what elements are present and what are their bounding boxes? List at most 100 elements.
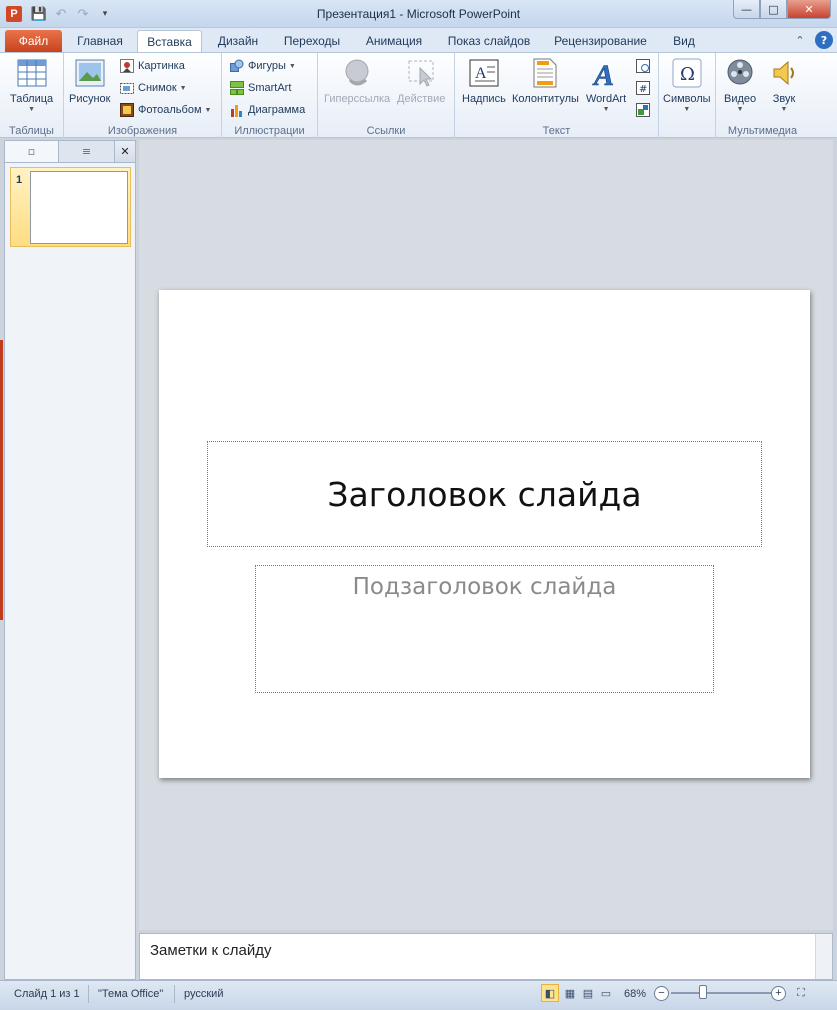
- chart-button[interactable]: Диаграмма: [229, 100, 305, 120]
- photoalbum-icon: [119, 102, 135, 118]
- shapes-label: Фигуры: [248, 60, 286, 72]
- theme-name[interactable]: "Тема Office": [98, 986, 163, 1002]
- slide-canvas[interactable]: Заголовок слайда Подзаголовок слайда: [159, 290, 810, 778]
- film-reel-icon: [724, 57, 756, 89]
- slide-count: Слайд 1 из 1: [14, 988, 80, 1000]
- slide-thumbnail-selected[interactable]: 1: [10, 167, 131, 247]
- tab-file[interactable]: Файл: [5, 30, 62, 52]
- group-label-tables: Таблицы: [9, 125, 54, 137]
- tab-animations[interactable]: Анимация: [356, 30, 432, 52]
- video-button[interactable]: Видео ▼: [724, 57, 756, 113]
- date-time-icon: [635, 58, 651, 74]
- tab-home[interactable]: Главная: [68, 30, 132, 52]
- title-bar: P 💾 ↶ ↷ ▾ Презентация1 - Microsoft Power…: [0, 0, 837, 28]
- table-label: Таблица: [10, 93, 54, 105]
- group-text: A Надпись Колонтитулы A WordArt ▼ # Текс…: [455, 53, 659, 139]
- tab-insert[interactable]: Вставка: [137, 30, 202, 52]
- notes-pane[interactable]: Заметки к слайду: [139, 933, 833, 980]
- action-label: Действие: [397, 93, 446, 105]
- status-separator: [88, 985, 89, 1003]
- speaker-icon: [768, 57, 800, 89]
- audio-button[interactable]: Звук ▼: [768, 57, 800, 113]
- minimize-ribbon-icon[interactable]: ⌃: [791, 31, 809, 49]
- slide-number-icon: #: [635, 80, 651, 96]
- group-label-text: Текст: [542, 125, 571, 137]
- tab-slides-icon[interactable]: ▫: [5, 141, 59, 162]
- chart-icon: [229, 102, 245, 118]
- slide-sorter-icon[interactable]: ▦: [561, 984, 579, 1002]
- clipart-label: Картинка: [138, 60, 185, 72]
- group-label-images: Изображения: [107, 125, 178, 137]
- help-icon[interactable]: ?: [815, 31, 833, 49]
- window-controls: — □ ✕: [733, 0, 831, 19]
- picture-button[interactable]: Рисунок: [69, 57, 111, 105]
- dropdown-arrow-icon: ▼: [179, 85, 187, 92]
- close-pane-icon[interactable]: ✕: [115, 141, 135, 162]
- hyperlink-button[interactable]: Гиперссылка: [324, 57, 390, 105]
- svg-text:A: A: [592, 59, 614, 88]
- zoom-out-icon[interactable]: −: [654, 986, 669, 1001]
- status-separator: [174, 985, 175, 1003]
- smartart-label: SmartArt: [248, 82, 292, 94]
- photoalbum-button[interactable]: Фотоальбом ▼: [119, 100, 211, 120]
- group-label-links: Ссылки: [366, 125, 406, 137]
- zoom-in-icon[interactable]: +: [771, 986, 786, 1001]
- zoom-slider[interactable]: [671, 992, 771, 994]
- symbols-button[interactable]: Ω Символы ▼: [663, 57, 711, 113]
- zoom-level[interactable]: 68%: [624, 986, 646, 1002]
- smartart-icon: [229, 80, 245, 96]
- table-icon: [16, 57, 48, 89]
- slide-thumbnail[interactable]: [30, 171, 128, 244]
- video-label: Видео: [724, 93, 757, 105]
- subtitle-placeholder[interactable]: Подзаголовок слайда: [255, 565, 714, 693]
- maximize-button[interactable]: □: [760, 0, 787, 19]
- screenshot-icon: [119, 80, 135, 96]
- slideshow-view-icon[interactable]: ▭: [597, 984, 615, 1002]
- close-button[interactable]: ✕: [787, 0, 831, 19]
- action-button[interactable]: Действие: [397, 57, 445, 105]
- chart-label: Диаграмма: [248, 104, 306, 116]
- zoom-slider-thumb[interactable]: [699, 985, 707, 999]
- date-time-button[interactable]: [635, 56, 651, 76]
- omega-icon: Ω: [671, 57, 703, 89]
- textbox-label: Надпись: [462, 93, 506, 105]
- tab-view[interactable]: Вид: [662, 30, 706, 52]
- slide-number-button[interactable]: #: [635, 78, 651, 98]
- minimize-button[interactable]: —: [733, 0, 760, 19]
- reading-view-icon[interactable]: ▤: [579, 984, 597, 1002]
- group-links: Гиперссылка Действие Ссылки: [318, 53, 455, 139]
- dropdown-arrow-icon: ▼: [736, 106, 744, 113]
- tab-review[interactable]: Рецензирование: [545, 30, 656, 52]
- language-indicator[interactable]: русский: [184, 986, 223, 1002]
- tab-design[interactable]: Дизайн: [208, 30, 268, 52]
- wordart-button[interactable]: A WordArt ▼: [586, 57, 626, 113]
- group-symbols: Ω Символы ▼: [659, 53, 716, 139]
- object-icon: [635, 102, 651, 118]
- fit-to-window-icon[interactable]: ⛶: [792, 984, 810, 1002]
- title-placeholder[interactable]: Заголовок слайда: [207, 441, 762, 547]
- clipart-button[interactable]: Картинка: [119, 56, 185, 76]
- notes-scrollbar[interactable]: [815, 934, 832, 979]
- tab-slideshow[interactable]: Показ слайдов: [440, 30, 538, 52]
- table-button[interactable]: Таблица ▼: [10, 57, 53, 113]
- group-media: Видео ▼ Звук ▼ Мультимедиа: [716, 53, 809, 139]
- screenshot-button[interactable]: Снимок ▼: [119, 78, 187, 98]
- dropdown-arrow-icon: ▼: [602, 106, 610, 113]
- tab-transitions[interactable]: Переходы: [275, 30, 349, 52]
- group-label-illustrations: Иллюстрации: [234, 125, 305, 137]
- notes-placeholder[interactable]: Заметки к слайду: [150, 942, 272, 959]
- action-icon: [405, 57, 437, 89]
- smartart-button[interactable]: SmartArt: [229, 78, 291, 98]
- wordart-label: WordArt: [586, 93, 627, 105]
- headerfooter-button[interactable]: Колонтитулы: [512, 57, 579, 105]
- shapes-button[interactable]: Фигуры ▼: [229, 56, 296, 76]
- tab-outline-icon[interactable]: ≡: [59, 141, 115, 162]
- object-button[interactable]: [635, 100, 651, 120]
- ribbon-tabs: Файл Главная Вставка Дизайн Переходы Ани…: [0, 28, 837, 52]
- slides-pane-header: ▫ ≡ ✕: [5, 141, 135, 163]
- wordart-icon: A: [590, 57, 622, 89]
- window-title: Презентация1 - Microsoft PowerPoint: [316, 7, 521, 21]
- normal-view-icon[interactable]: ◧: [541, 984, 559, 1002]
- slide-thumbnail-number: 1: [16, 174, 23, 186]
- textbox-button[interactable]: A Надпись: [462, 57, 506, 105]
